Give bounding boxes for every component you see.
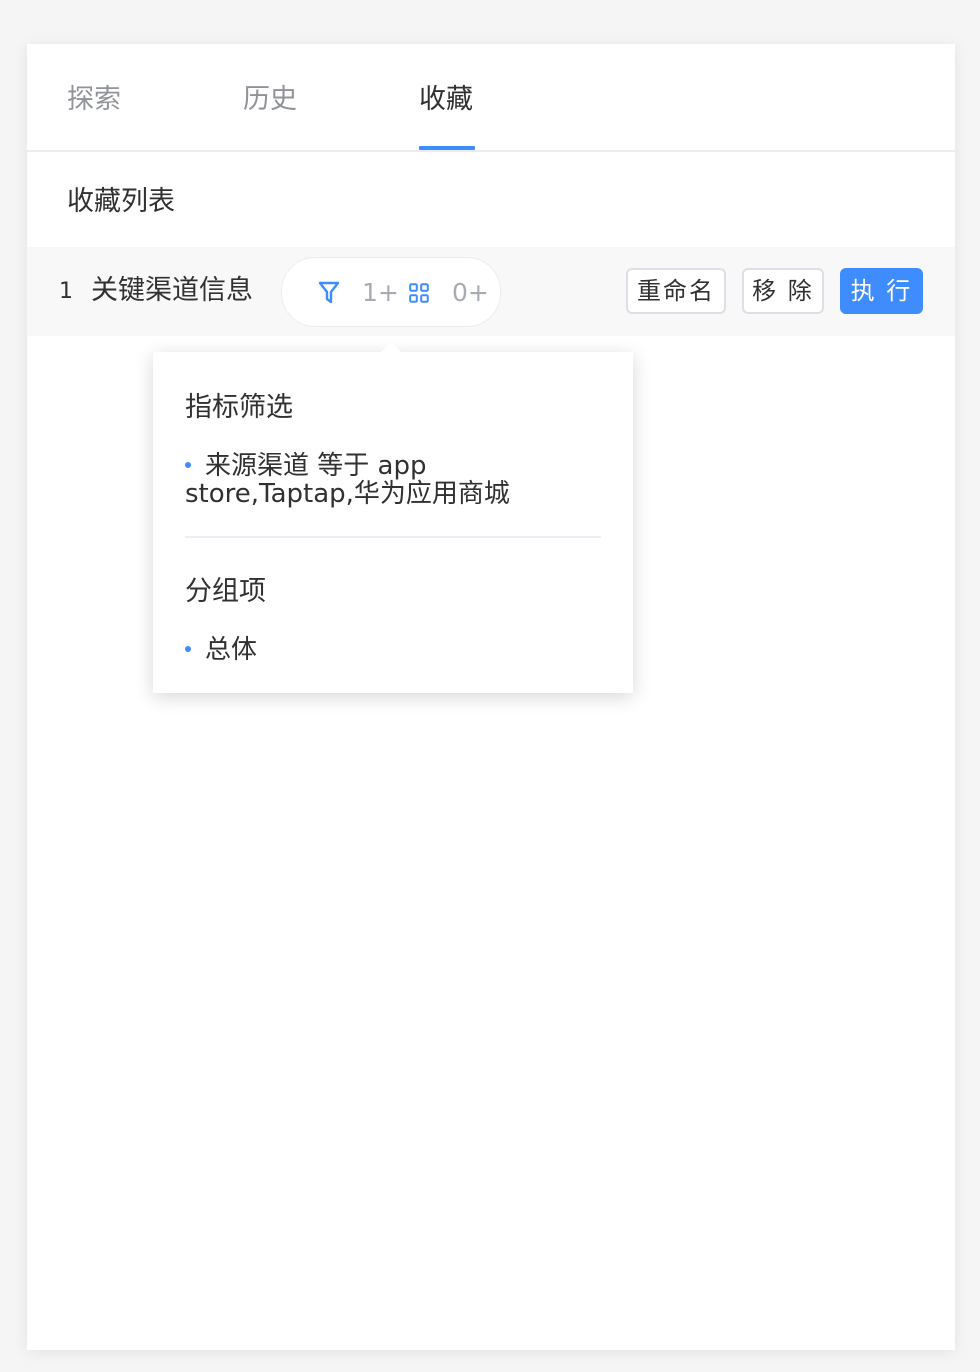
remove-button[interactable]: 移 除	[742, 268, 824, 314]
tab-history[interactable]: 历史	[243, 82, 297, 118]
tab-favorites[interactable]: 收藏	[419, 82, 473, 118]
favorite-detail-popover: 指标筛选 来源渠道 等于 app store,Taptap,华为应用商城 分组项…	[153, 342, 633, 693]
favorite-row-index: 1	[59, 279, 73, 304]
tab-bar: 探索 历史 收藏	[27, 44, 955, 152]
filter-section-title: 指标筛选	[185, 392, 293, 423]
favorites-panel: 探索 历史 收藏 收藏列表 1 关键渠道信息 1+ 0+ 重命名 移 除 执 行…	[27, 44, 955, 1350]
group-item-text: 总体	[205, 635, 258, 665]
tab-explore[interactable]: 探索	[67, 82, 121, 118]
group-section-title: 分组项	[185, 576, 266, 607]
filter-item: 来源渠道 等于 app store,Taptap,华为应用商城	[185, 452, 585, 508]
filter-count: 1+	[362, 278, 399, 307]
group-item: 总体	[185, 636, 585, 664]
group-count: 0+	[452, 278, 489, 307]
bullet-icon	[185, 461, 191, 468]
filter-icon	[318, 281, 340, 309]
favorites-list-title: 收藏列表	[67, 186, 175, 217]
favorite-summary-pill[interactable]: 1+ 0+	[281, 257, 501, 327]
grid-icon	[409, 283, 429, 307]
favorite-row: 1 关键渠道信息 1+ 0+ 重命名 移 除 执 行	[27, 247, 955, 336]
rename-button[interactable]: 重命名	[626, 268, 726, 314]
execute-button[interactable]: 执 行	[840, 268, 923, 314]
popover-arrow	[381, 342, 401, 352]
active-tab-indicator	[419, 146, 475, 150]
bullet-icon	[185, 645, 191, 652]
filter-item-text: 来源渠道 等于 app store,Taptap,华为应用商城	[185, 451, 510, 509]
popover-divider	[185, 536, 601, 538]
favorite-row-name: 关键渠道信息	[91, 275, 253, 306]
